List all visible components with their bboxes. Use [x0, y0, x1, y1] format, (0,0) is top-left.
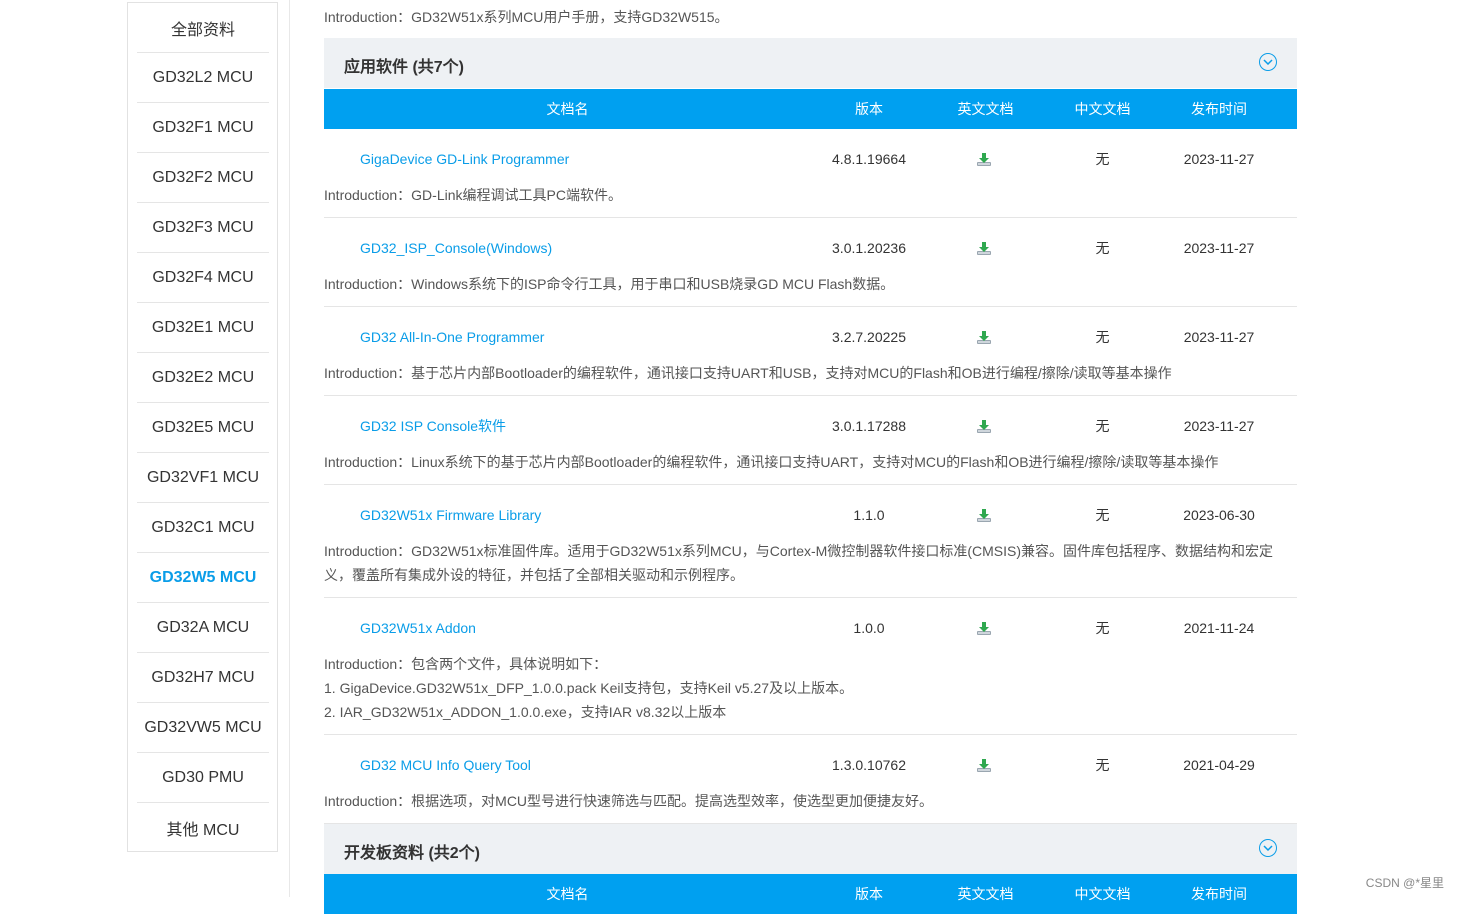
header-date: 发布时间 — [1191, 886, 1247, 902]
category-sidebar: 全部资料 GD32L2 MCU GD32F1 MCU GD32F2 MCU GD32F3… — [127, 2, 278, 852]
row-intro: Introduction：根据选项，对MCU型号进行快速筛选与匹配。提高选型效率… — [324, 789, 1284, 813]
header-chinese: 中文文档 — [1074, 101, 1131, 117]
chinese-doc-cell: 无 — [1095, 240, 1110, 256]
date-cell: 2023-06-30 — [1183, 507, 1255, 523]
version-cell: 3.2.7.20225 — [832, 329, 906, 345]
table-header: 文档名 版本 英文文档 中文文档 发布时间 — [324, 89, 1297, 129]
table-row: GD32W51x Firmware Library 1.1.0 无 2023-06-3… — [324, 485, 1297, 598]
date-cell: 2021-04-29 — [1183, 757, 1255, 773]
row-intro-line: Introduction：包含两个文件，具体说明如下： — [324, 656, 608, 672]
sidebar-item[interactable]: GD32F2 MCU — [137, 153, 269, 203]
document-link[interactable]: GigaDevice GD-Link Programmer — [360, 149, 569, 169]
header-date: 发布时间 — [1191, 101, 1247, 117]
sidebar-item[interactable]: GD32E2 MCU — [137, 353, 269, 403]
download-icon[interactable] — [976, 418, 992, 434]
chinese-doc-cell: 无 — [1095, 507, 1110, 523]
chinese-doc-cell: 无 — [1095, 329, 1110, 345]
previous-item-intro: Introduction：GD32W51x系列MCU用户手册，支持GD32W51… — [324, 9, 729, 25]
chevron-down-circle-icon[interactable] — [1259, 839, 1277, 857]
section-title: 开发板资料 (共2个) — [344, 845, 481, 862]
date-cell: 2023-11-27 — [1183, 240, 1255, 256]
sidebar-item[interactable]: GD32F4 MCU — [137, 253, 269, 303]
row-intro: Introduction：GD-Link编程调试工具PC端软件。 — [324, 183, 1284, 207]
document-link[interactable]: GD32 MCU Info Query Tool — [360, 755, 531, 775]
header-version: 版本 — [855, 886, 883, 902]
date-cell: 2021-11-24 — [1183, 620, 1255, 636]
version-cell: 1.1.0 — [853, 507, 885, 523]
date-cell: 2023-11-27 — [1183, 418, 1255, 434]
table-row: GD32W51x Addon 1.0.0 无 2021-11-24 Introducti… — [324, 598, 1297, 735]
version-cell: 1.3.0.10762 — [832, 757, 906, 773]
chinese-doc-cell: 无 — [1095, 757, 1110, 773]
row-intro-line: Introduction：GD32W51x标准固件库。适用于GD32W51x系列… — [324, 543, 1273, 559]
sidebar-item[interactable]: GD32VF1 MCU — [137, 453, 269, 503]
sidebar-item[interactable]: GD32F3 MCU — [137, 203, 269, 253]
sidebar-item[interactable]: GD30 PMU — [137, 753, 269, 803]
table-header: 文档名 版本 英文文档 中文文档 发布时间 — [324, 874, 1297, 914]
header-name: 文档名 — [546, 886, 589, 902]
download-icon[interactable] — [976, 151, 992, 167]
row-intro-line: Introduction：基于芯片内部Bootloader的编程软件，通讯接口支… — [324, 365, 1172, 381]
header-name: 文档名 — [546, 101, 589, 117]
version-cell: 3.0.1.17288 — [832, 418, 906, 434]
version-cell: 3.0.1.20236 — [832, 240, 906, 256]
row-intro-line: 义，覆盖所有集成外设的特征，并包括了全部相关驱动和示例程序。 — [324, 567, 744, 583]
header-english: 英文文档 — [957, 101, 1014, 117]
table-row: GD32 MCU Info Query Tool 1.3.0.10762 无 2021… — [324, 735, 1297, 824]
document-link[interactable]: GD32 All-In-One Programmer — [360, 327, 544, 347]
row-intro: Introduction：基于芯片内部Bootloader的编程软件，通讯接口支… — [324, 361, 1284, 385]
header-version: 版本 — [855, 101, 883, 117]
row-intro: Introduction：GD32W51x标准固件库。适用于GD32W51x系列… — [324, 539, 1284, 587]
row-intro: Introduction：Linux系统下的基于芯片内部Bootloader的编… — [324, 450, 1284, 474]
sidebar-item[interactable]: 其他 MCU — [137, 803, 269, 853]
section-header-software[interactable]: 应用软件 (共7个) — [324, 38, 1297, 88]
version-cell: 4.8.1.19664 — [832, 151, 906, 167]
chevron-down-circle-icon[interactable] — [1259, 53, 1277, 71]
document-link[interactable]: GD32_ISP_Console(Windows) — [360, 238, 552, 258]
row-intro-line: 1. GigaDevice.GD32W51x_DFP_1.0.0.pack Ke… — [324, 680, 854, 696]
table-row: GigaDevice GD-Link Programmer 4.8.1.19664… — [324, 129, 1297, 218]
table-row: GD32 ISP Console软件 3.0.1.17288 无 2023-11-27… — [324, 396, 1297, 485]
divider — [289, 0, 290, 897]
sidebar-item[interactable]: GD32E5 MCU — [137, 403, 269, 453]
document-link[interactable]: GD32W51x Addon — [360, 618, 476, 638]
header-chinese: 中文文档 — [1074, 886, 1131, 902]
header-english: 英文文档 — [957, 886, 1014, 902]
date-cell: 2023-11-27 — [1183, 151, 1255, 167]
section-header-boards[interactable]: 开发板资料 (共2个) — [324, 824, 1297, 874]
version-cell: 1.0.0 — [853, 620, 885, 636]
row-intro-line: Introduction：根据选项，对MCU型号进行快速筛选与匹配。提高选型效率… — [324, 793, 934, 809]
sidebar-item[interactable]: GD32C1 MCU — [137, 503, 269, 553]
document-link[interactable]: GD32 ISP Console软件 — [360, 416, 506, 436]
date-cell: 2023-11-27 — [1183, 329, 1255, 345]
sidebar-item[interactable]: GD32E1 MCU — [137, 303, 269, 353]
sidebar-item[interactable]: GD32A MCU — [137, 603, 269, 653]
row-intro-line: Introduction：GD-Link编程调试工具PC端软件。 — [324, 187, 622, 203]
sidebar-item[interactable]: GD32L2 MCU — [137, 53, 269, 103]
download-icon[interactable] — [976, 329, 992, 345]
sidebar-item[interactable]: GD32W5 MCU — [137, 553, 269, 603]
download-icon[interactable] — [976, 507, 992, 523]
row-intro-line: 2. IAR_GD32W51x_ADDON_1.0.0.exe，支持IAR v8… — [324, 704, 727, 720]
sidebar-item[interactable]: GD32F1 MCU — [137, 103, 269, 153]
table-row: GD32 All-In-One Programmer 3.2.7.20225 无 20… — [324, 307, 1297, 396]
table-row: GD32_ISP_Console(Windows) 3.0.1.20236 无 202… — [324, 218, 1297, 307]
row-intro: Introduction：Windows系统下的ISP命令行工具，用于串口和US… — [324, 272, 1284, 296]
row-intro-line: Introduction：Linux系统下的基于芯片内部Bootloader的编… — [324, 454, 1219, 470]
sidebar-item[interactable]: GD32H7 MCU — [137, 653, 269, 703]
document-link[interactable]: GD32W51x Firmware Library — [360, 505, 541, 525]
watermark: CSDN @*星里 — [1365, 876, 1444, 890]
download-icon[interactable] — [976, 757, 992, 773]
chinese-doc-cell: 无 — [1095, 151, 1110, 167]
sidebar-item[interactable]: 全部资料 — [137, 3, 269, 53]
sidebar-item[interactable]: GD32VW5 MCU — [137, 703, 269, 753]
download-icon[interactable] — [976, 620, 992, 636]
chinese-doc-cell: 无 — [1095, 620, 1110, 636]
row-intro: Introduction：包含两个文件，具体说明如下： 1. GigaDevice… — [324, 652, 1284, 724]
section-title: 应用软件 (共7个) — [344, 59, 465, 76]
row-intro-line: Introduction：Windows系统下的ISP命令行工具，用于串口和US… — [324, 276, 895, 292]
chinese-doc-cell: 无 — [1095, 418, 1110, 434]
download-icon[interactable] — [976, 240, 992, 256]
